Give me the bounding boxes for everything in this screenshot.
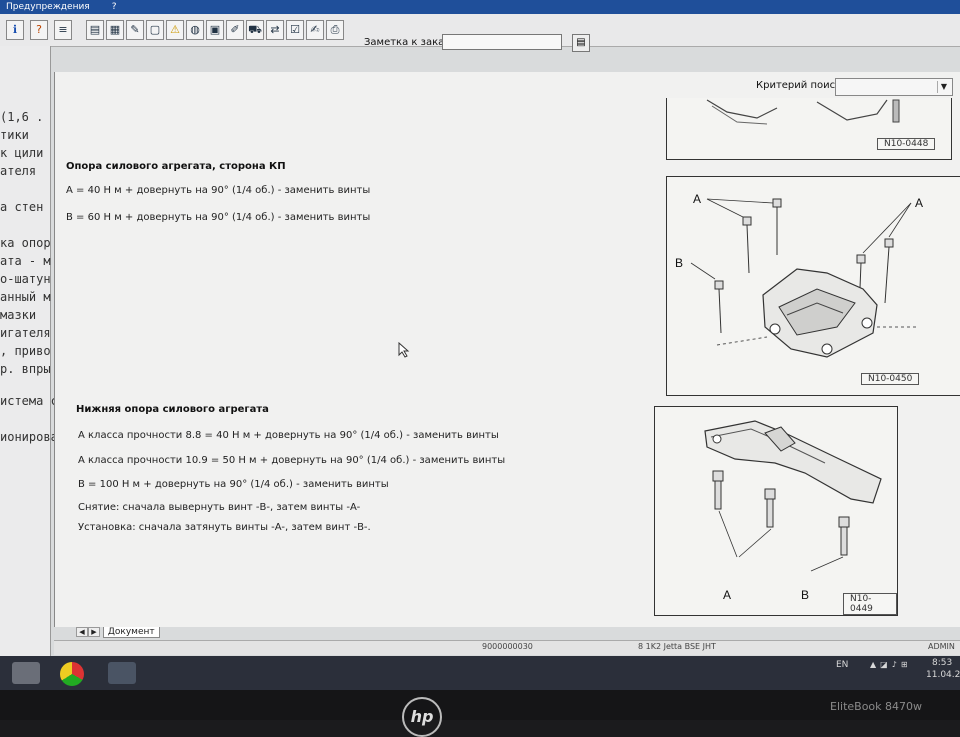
help-icon[interactable]: ? xyxy=(30,20,48,40)
left-line: о-шатун xyxy=(0,272,51,286)
gearbox-mount-drawing: A A B xyxy=(675,192,923,358)
label-a-right: A xyxy=(915,196,923,210)
left-line: ка опор xyxy=(0,236,51,250)
section2-heading: Нижняя опора силового агрегата xyxy=(76,404,269,415)
laptop-bezel xyxy=(0,690,960,720)
menu-bar: Предупреждения? xyxy=(0,0,960,14)
print-icon[interactable]: ⎙ xyxy=(326,20,344,40)
tray-icons[interactable]: ▲◪♪⊞ xyxy=(870,660,912,669)
section1-line-b: B = 60 Н м + довернуть на 90° (1/4 об.) … xyxy=(66,212,371,223)
left-line: игателя xyxy=(0,326,51,340)
left-line: к цили xyxy=(0,146,44,160)
left-line: тики xyxy=(0,128,29,142)
label-a-left: A xyxy=(693,192,701,206)
left-line: истема с xyxy=(0,394,58,408)
order-note-button[interactable]: ▤ xyxy=(572,34,590,52)
clock-time[interactable]: 8:53 xyxy=(932,658,952,668)
left-line: ата - м xyxy=(0,254,51,268)
order-note-input[interactable] xyxy=(442,34,562,50)
checklist-icon[interactable]: ☑ xyxy=(286,20,304,40)
mouse-cursor-icon xyxy=(398,342,410,358)
document-tab-bar: ◀ ▶ Документ xyxy=(76,627,160,640)
chrome-icon[interactable] xyxy=(60,662,84,686)
table-icon[interactable]: ▦ xyxy=(106,20,124,40)
warning-icon[interactable]: ⚠ xyxy=(166,20,184,40)
status-user: ADMIN xyxy=(928,642,955,651)
info-icon[interactable]: ℹ xyxy=(6,20,24,40)
car-icon[interactable]: ⛟ xyxy=(246,20,264,40)
menu-item-help[interactable]: ? xyxy=(112,2,117,12)
search-criterion-select[interactable]: ▼ xyxy=(835,78,953,96)
section2-line: Снятие: сначала вывернуть винт -B-, зате… xyxy=(78,502,361,513)
left-line: ателя xyxy=(0,164,37,178)
explorer-icon[interactable] xyxy=(12,662,40,684)
left-line: , приво xyxy=(0,344,51,358)
left-line: анный м xyxy=(0,290,51,304)
status-vehicle: 8 1K2 Jetta BSE JHT xyxy=(638,642,716,651)
label-b: B xyxy=(675,256,683,270)
section2-line: B = 100 Н м + довернуть на 90° (1/4 об.)… xyxy=(78,479,389,490)
figure-mid-label: N10-0450 xyxy=(861,373,920,385)
figure-bottom-label: N10-0449 xyxy=(843,593,897,615)
lower-mount-drawing: A B xyxy=(704,420,882,602)
edit-icon[interactable]: ✍ xyxy=(306,20,324,40)
list-icon[interactable]: ≡ xyxy=(54,20,72,40)
save-icon[interactable]: ▣ xyxy=(206,20,224,40)
section1-heading: Опора силового агрегата, сторона КП xyxy=(66,161,286,172)
globe-icon[interactable]: ◍ xyxy=(186,20,204,40)
tab-next-icon[interactable]: ▶ xyxy=(88,627,100,637)
left-line: р. впры xyxy=(0,362,51,376)
left-line: ионирова xyxy=(0,430,58,444)
figure-top: N10-0448 xyxy=(666,98,952,160)
figure-lower-mount: A B N10-0449 xyxy=(654,406,898,616)
figure-gearbox-mount: A A B N10-0450 xyxy=(666,176,960,396)
section1-line-a: A = 40 Н м + довернуть на 90° (1/4 об.) … xyxy=(66,185,371,196)
status-order-number: 9000000030 xyxy=(482,642,533,651)
left-line: мазки xyxy=(0,308,37,322)
label-a-bottom: A xyxy=(723,588,731,602)
status-bar: 9000000030 8 1K2 Jetta BSE JHT ADMIN xyxy=(54,640,960,655)
menu-item-warnings[interactable]: Предупреждения xyxy=(6,2,90,12)
tab-document[interactable]: Документ xyxy=(102,627,160,638)
chevron-down-icon[interactable]: ▼ xyxy=(937,81,950,93)
figure-top-label: N10-0448 xyxy=(877,138,936,150)
page-icon[interactable]: ▢ xyxy=(146,20,164,40)
laptop-model: EliteBook 8470w xyxy=(830,700,923,713)
left-line: (1,6 . xyxy=(0,110,44,124)
toolbar: ℹ ? ≡ ▤ ▦ ✎ ▢ ⚠ ◍ ▣ ✐ ⛟ ⇄ ☑ ✍ ⎙ Заметка … xyxy=(0,14,960,52)
section2-line: A класса прочности 10.9 = 50 Н м + довер… xyxy=(78,455,506,466)
tab-prev-icon[interactable]: ◀ xyxy=(76,627,88,637)
pen-icon[interactable]: ✐ xyxy=(226,20,244,40)
label-b-bottom: B xyxy=(801,588,809,602)
screen: Предупреждения? ℹ ? ≡ ▤ ▦ ✎ ▢ ⚠ ◍ ▣ ✐ ⛟ … xyxy=(0,0,960,690)
left-text-panel: (1,6 . тики к цили ателя а стен ка опор … xyxy=(0,46,58,656)
language-indicator[interactable]: EN xyxy=(836,660,848,670)
tools-icon[interactable]: ✎ xyxy=(126,20,144,40)
hp-logo: hp xyxy=(402,697,442,737)
app-icon[interactable] xyxy=(108,662,136,684)
section2-line: A класса прочности 8.8 = 40 Н м + доверн… xyxy=(78,430,499,441)
section2-line: Установка: сначала затянуть винты -A-, з… xyxy=(78,522,371,533)
taskbar: EN ▲◪♪⊞ 8:53 11.04.202 xyxy=(0,656,960,690)
clock-date[interactable]: 11.04.202 xyxy=(926,670,960,680)
left-line: а стен xyxy=(0,200,44,214)
connect-icon[interactable]: ⇄ xyxy=(266,20,284,40)
book-icon[interactable]: ▤ xyxy=(86,20,104,40)
